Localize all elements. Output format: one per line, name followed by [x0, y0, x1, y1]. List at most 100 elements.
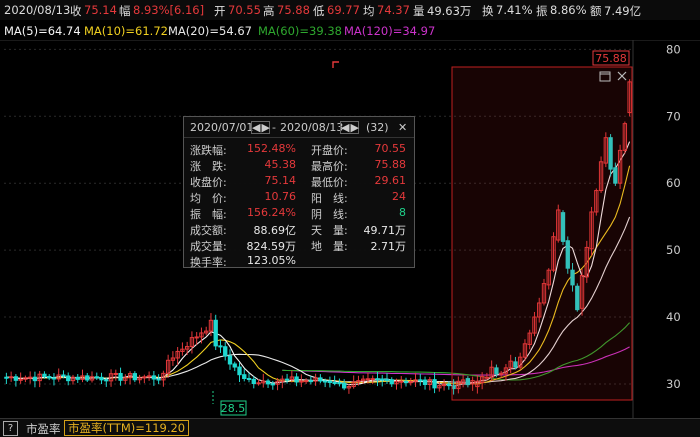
stat-label: 成交额: [190, 224, 227, 237]
candle-body [47, 376, 52, 379]
candle-body [118, 372, 123, 381]
candle-body [51, 377, 57, 380]
stats-row: 均 价: 10.76 阳 线: 24 [184, 190, 414, 205]
high-value: 75.88 [277, 3, 310, 17]
stat-value: 49.71万 [363, 224, 407, 237]
stat-value: 24 [392, 190, 406, 203]
candle-body [375, 378, 380, 381]
stats-row: 振 幅: 156.24% 阴 线: 8 [184, 206, 414, 221]
stat-value: 8 [399, 206, 406, 219]
corner-marker-left [332, 61, 339, 68]
amplitude-label: 振 [536, 4, 548, 18]
open-value: 70.55 [228, 3, 261, 17]
candle-body [318, 377, 323, 382]
date-separator: - [272, 121, 276, 134]
date-to-stepper[interactable]: ◀▶ [340, 121, 359, 134]
y-tick-label: 70 [666, 109, 681, 123]
ma5-legend: MA(5)=64.74 [4, 24, 81, 38]
ma120-legend: MA(120)=34.97 [344, 24, 436, 38]
candle-body [308, 380, 314, 383]
stat-value: 2.71万 [370, 240, 407, 253]
candle-body [365, 378, 371, 381]
candle-body [227, 355, 233, 365]
y-tick-label: 40 [666, 310, 681, 324]
change-label: 幅 [119, 4, 131, 18]
candle-body [422, 379, 428, 385]
stat-value: 45.38 [264, 158, 297, 171]
range-selection[interactable] [451, 66, 633, 401]
candle-body [213, 319, 218, 347]
low-value: 69.77 [327, 3, 360, 17]
stat-label: 收盘价: [190, 176, 227, 189]
volume-label: 量 [413, 4, 425, 18]
candle-body [246, 378, 252, 381]
candle-body [270, 383, 275, 386]
stat-value: 29.61 [374, 174, 407, 187]
stat-label: 阳 线: [311, 192, 348, 205]
candle-body [156, 378, 161, 381]
stats-row: 换手率: 123.05% [184, 254, 414, 269]
stat-value: 88.69亿 [253, 224, 297, 237]
y-tick-label: 50 [666, 243, 681, 257]
y-tick-label: 60 [666, 176, 681, 190]
help-icon[interactable]: ? [3, 421, 18, 436]
candle-body [146, 375, 152, 378]
panel-header: 2020/07/01 ◀▶ - 2020/08/13 ◀▶ (32) ✕ [184, 117, 414, 138]
ma20-legend: MA(20)=54.67 [168, 24, 252, 38]
stats-row: 涨 跌: 45.38 最高价: 75.88 [184, 158, 414, 173]
low-label: 低 [313, 4, 325, 18]
pe-ttm-indicator[interactable]: 市盈率(TTM)=119.20 [64, 420, 190, 436]
amount-label: 额 [590, 4, 602, 18]
candle-body [446, 383, 451, 387]
candle-body [265, 380, 271, 385]
candle-body [432, 379, 437, 389]
y-tick-label: 30 [666, 377, 681, 391]
close-icon[interactable]: ✕ [398, 121, 407, 134]
y-tick-label: 80 [666, 42, 681, 56]
candle-body [389, 379, 394, 385]
stat-label: 地 量: [311, 240, 348, 253]
candle-body [94, 376, 99, 379]
quote-info-bar: 2020/08/13 收 75.14 幅 8.93%[6.16] 开 70.55… [0, 0, 700, 20]
stat-label: 天 量: [311, 224, 348, 237]
stat-value: 70.55 [374, 142, 407, 155]
candle-body [251, 378, 256, 385]
candle-body [232, 363, 237, 368]
candle-body [8, 376, 14, 379]
bar-count: (32) [366, 121, 389, 134]
stats-row: 成交量: 824.59万 地 量: 2.71万 [184, 238, 414, 253]
candle-body [61, 374, 66, 377]
candle-body [218, 345, 223, 348]
close-label: 收 [70, 4, 82, 18]
candle-body [370, 378, 375, 381]
quote-date: 2020/08/13 [4, 3, 71, 17]
candle-body [237, 366, 242, 376]
date-from: 2020/07/01 [190, 121, 254, 134]
candle-body [113, 372, 118, 375]
pe-tab[interactable]: 市盈率 [26, 421, 61, 437]
ma10-legend: MA(10)=61.72 [84, 24, 168, 38]
stat-value: 10.76 [264, 190, 297, 203]
stat-value: 75.14 [264, 174, 297, 187]
stat-label: 最高价: [311, 160, 348, 173]
price-axis: 80 70 60 50 40 30 [666, 42, 681, 391]
candle-body [399, 380, 404, 383]
candle-body [66, 375, 71, 382]
date-from-stepper[interactable]: ◀▶ [251, 121, 270, 134]
candle-body [284, 378, 290, 381]
stat-value: 156.24% [247, 206, 296, 219]
selection-box[interactable] [451, 66, 633, 401]
date-to: 2020/08/13 [280, 121, 344, 134]
turnover-label: 换 [482, 4, 494, 18]
stat-label: 涨跌幅: [190, 144, 227, 157]
stat-label: 最低价: [311, 176, 348, 189]
candle-body [337, 382, 342, 385]
candle-body [42, 373, 47, 378]
interval-stats-panel: 2020/07/01 ◀▶ - 2020/08/13 ◀▶ (32) ✕ 涨跌幅… [183, 116, 415, 269]
candle-body [13, 376, 19, 381]
stat-label: 开盘价: [311, 144, 348, 157]
candle-body [384, 378, 390, 381]
candle-body [403, 380, 409, 384]
stat-label: 成交量: [190, 240, 227, 253]
stats-row: 涨跌幅: 152.48% 开盘价: 70.55 [184, 142, 414, 157]
